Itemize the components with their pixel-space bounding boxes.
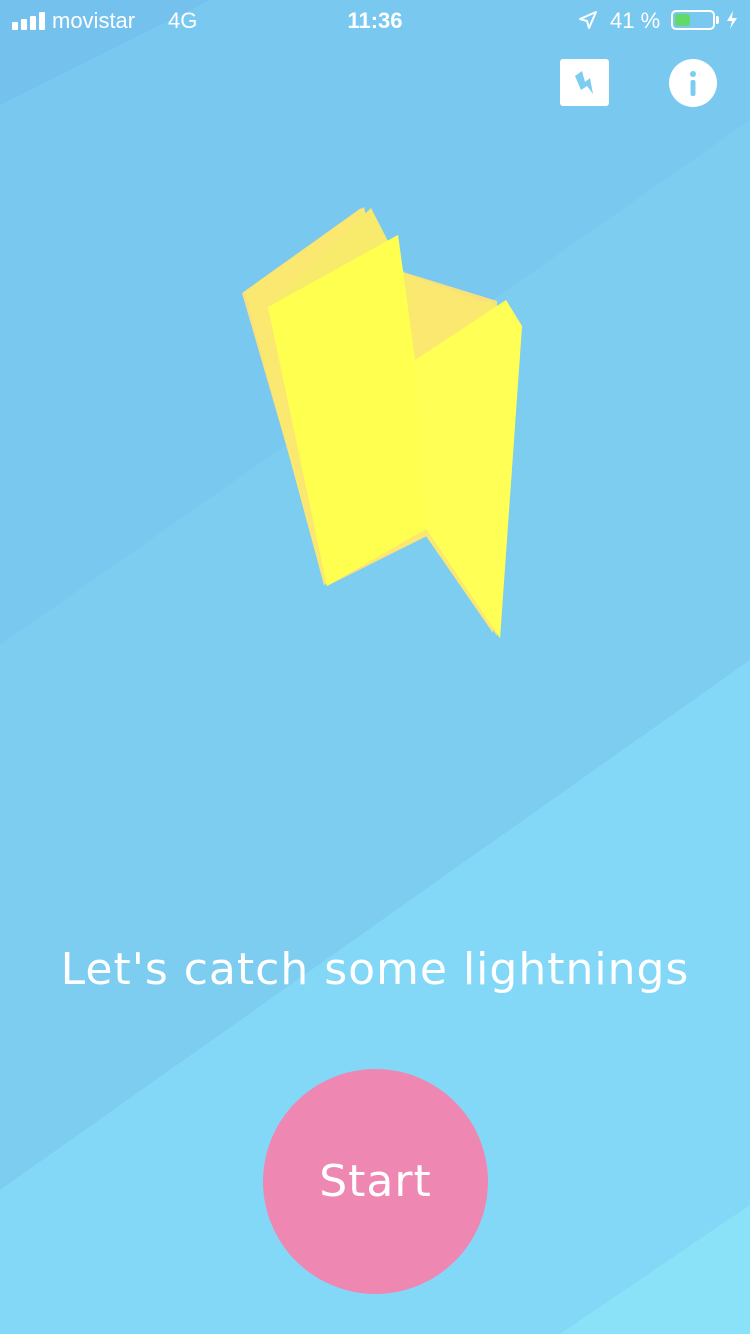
tagline: Let's catch some lightnings <box>60 944 690 995</box>
battery-icon <box>671 10 715 30</box>
info-button[interactable] <box>669 59 717 107</box>
lightning-logo-button[interactable] <box>560 59 609 106</box>
start-button[interactable]: Start <box>263 1069 488 1294</box>
charging-bolt-icon <box>727 11 737 29</box>
lightning-logo-icon <box>575 71 593 94</box>
location-arrow-icon <box>579 11 597 29</box>
battery-tip <box>716 16 719 24</box>
status-bar: movistar 4G 11:36 41 % <box>0 0 750 40</box>
battery-level-fill <box>675 14 690 26</box>
battery-percentage: 41 % <box>610 8 661 33</box>
lightning-bolt-icon <box>242 207 522 638</box>
info-icon <box>690 71 696 96</box>
